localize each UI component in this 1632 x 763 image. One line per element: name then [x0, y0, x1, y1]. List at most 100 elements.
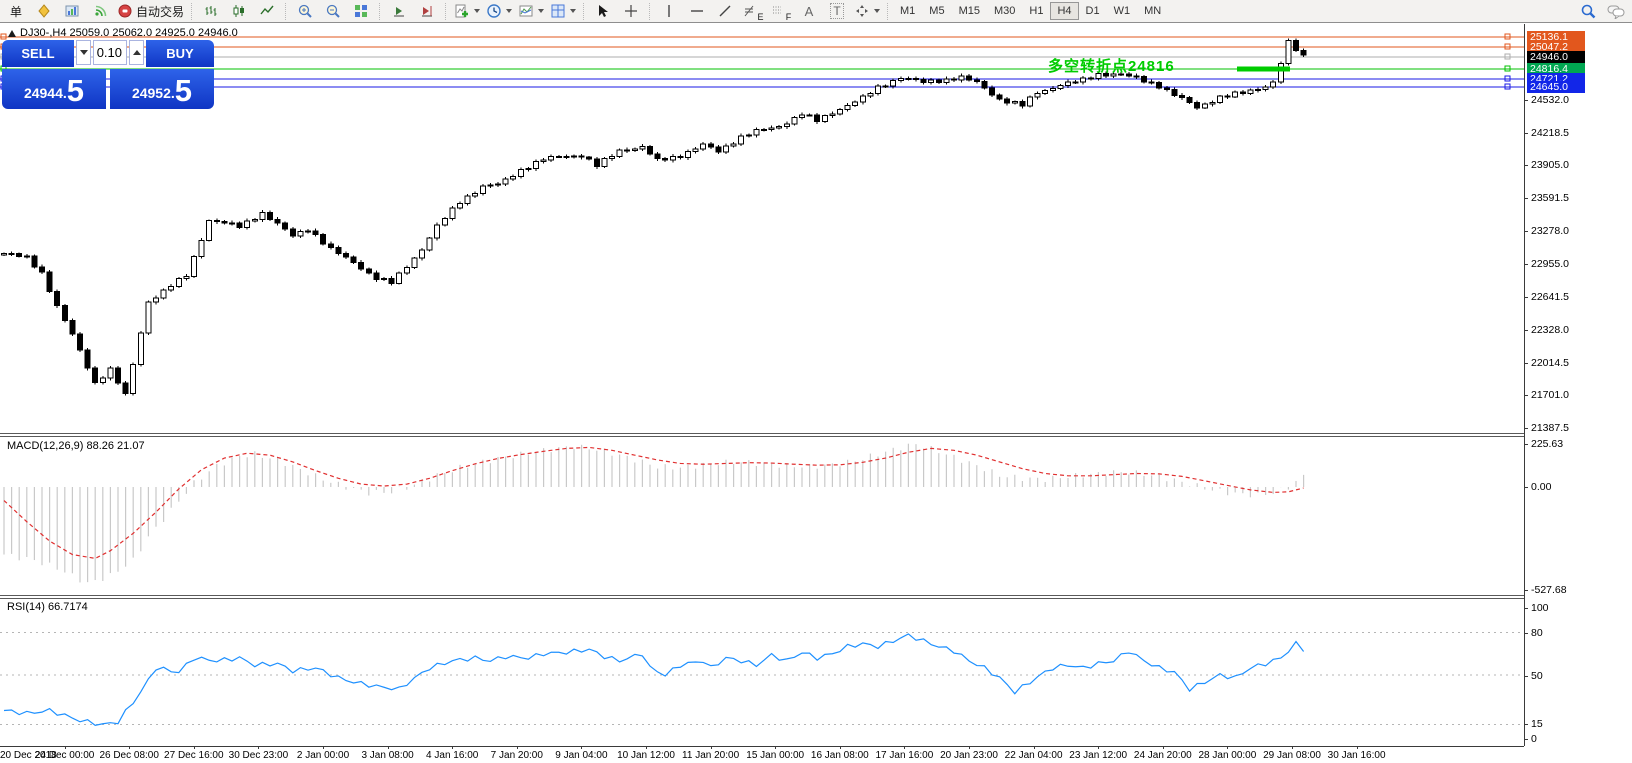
time-axis-label: 29 Jan 08:00: [1263, 750, 1321, 761]
macd-axis-tick-label: 0.00: [1531, 481, 1552, 493]
trendline-icon: [717, 3, 733, 19]
symbol-info-text: DJ30-,H4 25059.0 25062.0 24925.0 24946.0: [20, 27, 238, 39]
rsi-chart[interactable]: [0, 599, 1524, 746]
price-axis-tick-label: 23278.0: [1531, 225, 1569, 237]
profiles-icon: [550, 3, 566, 19]
indicators-icon: [454, 3, 470, 19]
timeframe-m15[interactable]: M15: [952, 2, 987, 20]
macd-label: MACD(12,26,9) 88.26 21.07: [7, 440, 145, 452]
price-axis-tick-label: 22014.5: [1531, 357, 1569, 369]
price-axis-tick-label: 24218.5: [1531, 127, 1569, 139]
market-watch-button[interactable]: [58, 1, 86, 22]
toolbar-separator: [285, 2, 287, 20]
sell-price-box[interactable]: 24944 . 5: [2, 69, 106, 109]
tile-windows-button[interactable]: [347, 1, 375, 22]
price-level-label: 24946.0: [1527, 51, 1585, 63]
chat-icon: [1606, 3, 1626, 19]
new-order-label: 单: [9, 4, 22, 19]
volume-decrease-button[interactable]: [76, 40, 91, 65]
price-axis-tick-label: 21387.5: [1531, 422, 1569, 434]
symbol-info: DJ30-,H4 25059.0 25062.0 24925.0 24946.0: [8, 27, 238, 39]
time-axis-label: 20 Jan 23:00: [940, 750, 998, 761]
crosshair-icon: [623, 3, 639, 19]
fibonacci-icon: [743, 3, 755, 19]
sell-button[interactable]: SELL: [2, 40, 74, 67]
timeframe-m5[interactable]: M5: [922, 2, 951, 20]
cursor-arrow-icon: [595, 3, 611, 19]
vertical-line-icon: [661, 3, 677, 19]
timeframe-h1[interactable]: H1: [1022, 2, 1050, 20]
price-axis-tick-label: 23591.5: [1531, 192, 1569, 204]
vertical-line-button[interactable]: [655, 1, 683, 22]
metaeditor-button[interactable]: [30, 1, 58, 22]
pivot-annotation: 多空转折点24816: [1048, 58, 1175, 75]
horizontal-line-icon: [689, 3, 705, 19]
indicators-button[interactable]: [451, 1, 483, 22]
search-button[interactable]: [1574, 1, 1602, 22]
buy-price-box[interactable]: 24952 . 5: [110, 69, 214, 109]
dropdown-caret-icon: [570, 9, 577, 13]
signals-button[interactable]: [86, 1, 114, 22]
timeframe-mn[interactable]: MN: [1137, 2, 1168, 20]
buy-price-frac: 5: [174, 73, 193, 108]
time-axis-label: 27 Dec 16:00: [164, 750, 224, 761]
auto-scroll-button[interactable]: [385, 1, 413, 22]
time-axis-label: 17 Jan 16:00: [875, 750, 934, 761]
sell-button-label: SELL: [21, 46, 55, 61]
fibonacci-letter: E: [757, 11, 764, 22]
profiles-button[interactable]: [547, 1, 579, 22]
line-chart-icon: [259, 3, 275, 19]
time-axis-label: 16 Jan 08:00: [810, 750, 869, 761]
time-axis-label: 15 Jan 00:00: [746, 750, 805, 761]
templates-button[interactable]: [515, 1, 547, 22]
volume-field[interactable]: 0.10: [93, 40, 127, 65]
periods-button[interactable]: [483, 1, 515, 22]
text-tool-button[interactable]: A: [795, 1, 823, 22]
zoom-in-button[interactable]: [291, 1, 319, 22]
buy-price-main: 24952: [131, 85, 171, 101]
time-axis-label: 10 Jan 12:00: [617, 750, 675, 761]
trendline-button[interactable]: [711, 1, 739, 22]
sell-price-frac: 5: [66, 73, 85, 108]
chat-button[interactable]: [1602, 1, 1630, 22]
price-axis-tick-label: 22641.5: [1531, 291, 1569, 303]
zoom-in-icon: [297, 3, 313, 19]
shapes-button[interactable]: [851, 1, 883, 22]
new-order-button[interactable]: 单: [2, 1, 30, 22]
autotrading-button[interactable]: 自动交易: [114, 1, 187, 22]
candlestick-button[interactable]: [225, 1, 253, 22]
timeframe-d1[interactable]: D1: [1079, 2, 1107, 20]
text-tool-label: A: [804, 3, 814, 19]
timeframe-w1[interactable]: W1: [1107, 2, 1138, 20]
signals-icon: [92, 3, 108, 19]
fibonacci-button[interactable]: E: [739, 1, 767, 22]
toolbar-separator: [191, 2, 193, 20]
dropdown-caret-icon: [474, 9, 481, 13]
cursor-button[interactable]: [589, 1, 617, 22]
tile-windows-icon: [353, 3, 369, 19]
chart-shift-button[interactable]: [413, 1, 441, 22]
horizontal-line-button[interactable]: [683, 1, 711, 22]
volume-increase-button[interactable]: [129, 40, 144, 65]
toolbar-separator: [583, 2, 585, 20]
dropdown-caret-icon: [874, 9, 881, 13]
timeframe-h4[interactable]: H4: [1050, 2, 1079, 20]
autotrading-icon: [117, 3, 133, 19]
macd-chart[interactable]: [0, 437, 1524, 595]
price-chart[interactable]: [0, 24, 1524, 433]
bar-chart-button[interactable]: [197, 1, 225, 22]
crosshair-button[interactable]: [617, 1, 645, 22]
line-chart-button[interactable]: [253, 1, 281, 22]
zoom-out-button[interactable]: [319, 1, 347, 22]
channel-button[interactable]: F: [767, 1, 795, 22]
buy-button[interactable]: BUY: [146, 40, 214, 67]
toolbar-separator: [379, 2, 381, 20]
timeframe-m30[interactable]: M30: [987, 2, 1022, 20]
price-level-label: 24645.0: [1527, 81, 1585, 93]
time-axis-label: 30 Dec 23:00: [228, 750, 289, 761]
caret-up-icon: [132, 50, 141, 55]
label-tool-button[interactable]: T: [823, 1, 851, 22]
timeframe-m1[interactable]: M1: [893, 2, 922, 20]
time-axis-label: 9 Jan 04:00: [555, 750, 608, 761]
autotrading-label: 自动交易: [136, 4, 185, 19]
